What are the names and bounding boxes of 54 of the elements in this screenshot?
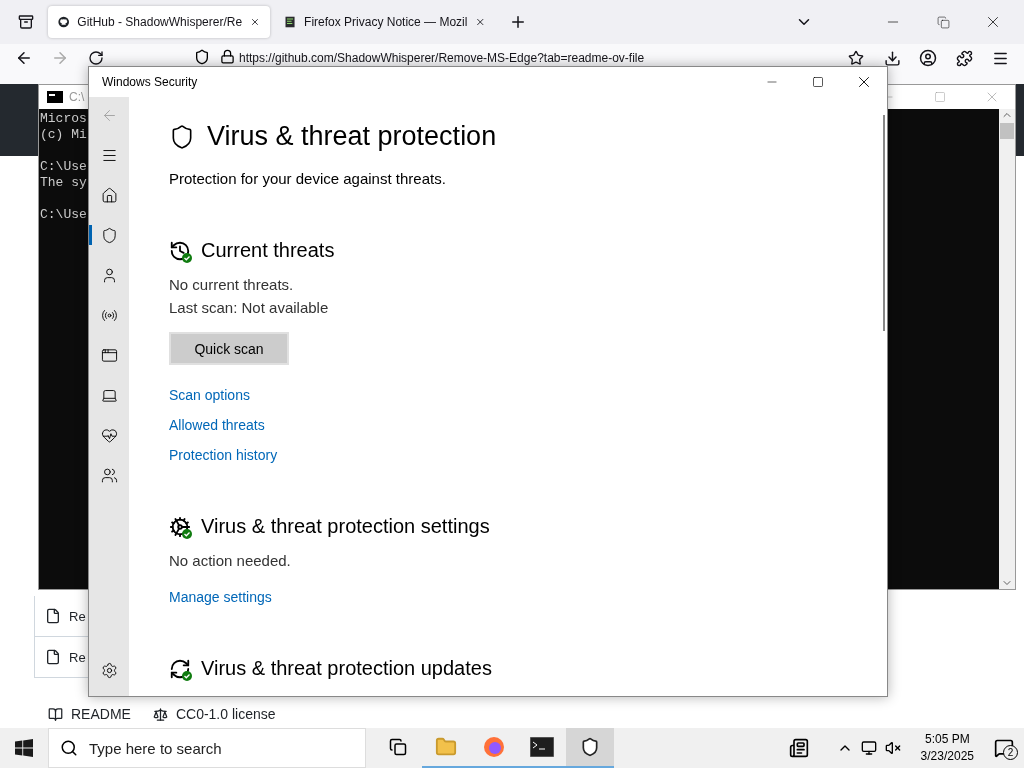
- message-icon[interactable]: [994, 738, 1014, 758]
- file-name[interactable]: Re: [69, 649, 86, 665]
- search-field[interactable]: Type here to search: [48, 728, 366, 768]
- window-title: Windows Security: [102, 75, 198, 89]
- fox-globe-icon[interactable]: [482, 735, 506, 759]
- console-line: The sy: [40, 175, 87, 191]
- console-line: (c) Mi: [40, 127, 87, 143]
- refresh-check-icon: [169, 657, 191, 680]
- search-icon: [60, 739, 78, 757]
- document-icon: [284, 14, 297, 30]
- page-subtitle: Protection for your device against threats.: [169, 170, 447, 187]
- scrollbar[interactable]: [883, 115, 885, 331]
- shield-icon[interactable]: [194, 49, 210, 65]
- readme-tab[interactable]: README: [71, 706, 131, 722]
- page-heading: Virus & threat protection: [207, 121, 497, 152]
- status-text: No current threats.: [169, 276, 295, 293]
- window-title: C:\: [69, 90, 85, 104]
- muted-speaker-icon[interactable]: [884, 740, 901, 756]
- settings-link[interactable]: Allowed threats: [169, 417, 265, 433]
- lock-icon[interactable]: [220, 49, 235, 64]
- taskbar-app[interactable]: [566, 728, 614, 768]
- notification-count: 2: [1003, 745, 1018, 760]
- readme-tab[interactable]: CC0-1.0 license: [175, 706, 276, 722]
- settings-link[interactable]: Scan options: [169, 387, 250, 403]
- status-text: Last scan: Not available: [169, 299, 330, 316]
- quick-scan-button[interactable]: Quick scan: [169, 332, 289, 365]
- address-field[interactable]: https://github.com/ShadowWhisperer/Remove-MS-Edge?tab=readme-ov-file: [239, 51, 645, 65]
- section-heading: Current threats: [201, 239, 335, 262]
- section-heading: Virus & threat protection settings: [201, 515, 490, 538]
- news-icon[interactable]: [788, 738, 809, 758]
- clock[interactable]: 5:05 PM 3/23/2025: [920, 731, 974, 765]
- settings-link[interactable]: Manage settings: [169, 589, 272, 605]
- terminal-icon[interactable]: [530, 737, 554, 757]
- file-icon: [45, 649, 61, 665]
- network-icon[interactable]: [860, 740, 877, 756]
- scrollbar[interactable]: [999, 109, 1015, 589]
- clock-check-icon: [169, 239, 191, 262]
- console-line: Micros: [40, 111, 87, 127]
- book-icon: [48, 706, 63, 722]
- console-icon: [47, 91, 63, 103]
- scroll-thumb[interactable]: [1000, 123, 1014, 139]
- scale-icon: [152, 706, 168, 722]
- task-view-icon[interactable]: [389, 738, 407, 756]
- browser-tab[interactable]: GitHub - ShadowWhisperer/Re: [48, 6, 270, 38]
- browser-tab[interactable]: Firefox Privacy Notice — Mozil: [274, 6, 496, 38]
- status-text: No action needed.: [169, 552, 292, 569]
- gears-check-icon: [169, 515, 191, 538]
- shield-icon[interactable]: [580, 737, 600, 757]
- file-name[interactable]: Re: [69, 608, 86, 624]
- file-icon: [45, 608, 61, 624]
- console-line: C:\Use: [40, 207, 87, 223]
- settings-link[interactable]: Protection history: [169, 447, 278, 463]
- console-line: C:\Use: [40, 159, 87, 175]
- section-heading: Virus & threat protection updates: [201, 657, 492, 680]
